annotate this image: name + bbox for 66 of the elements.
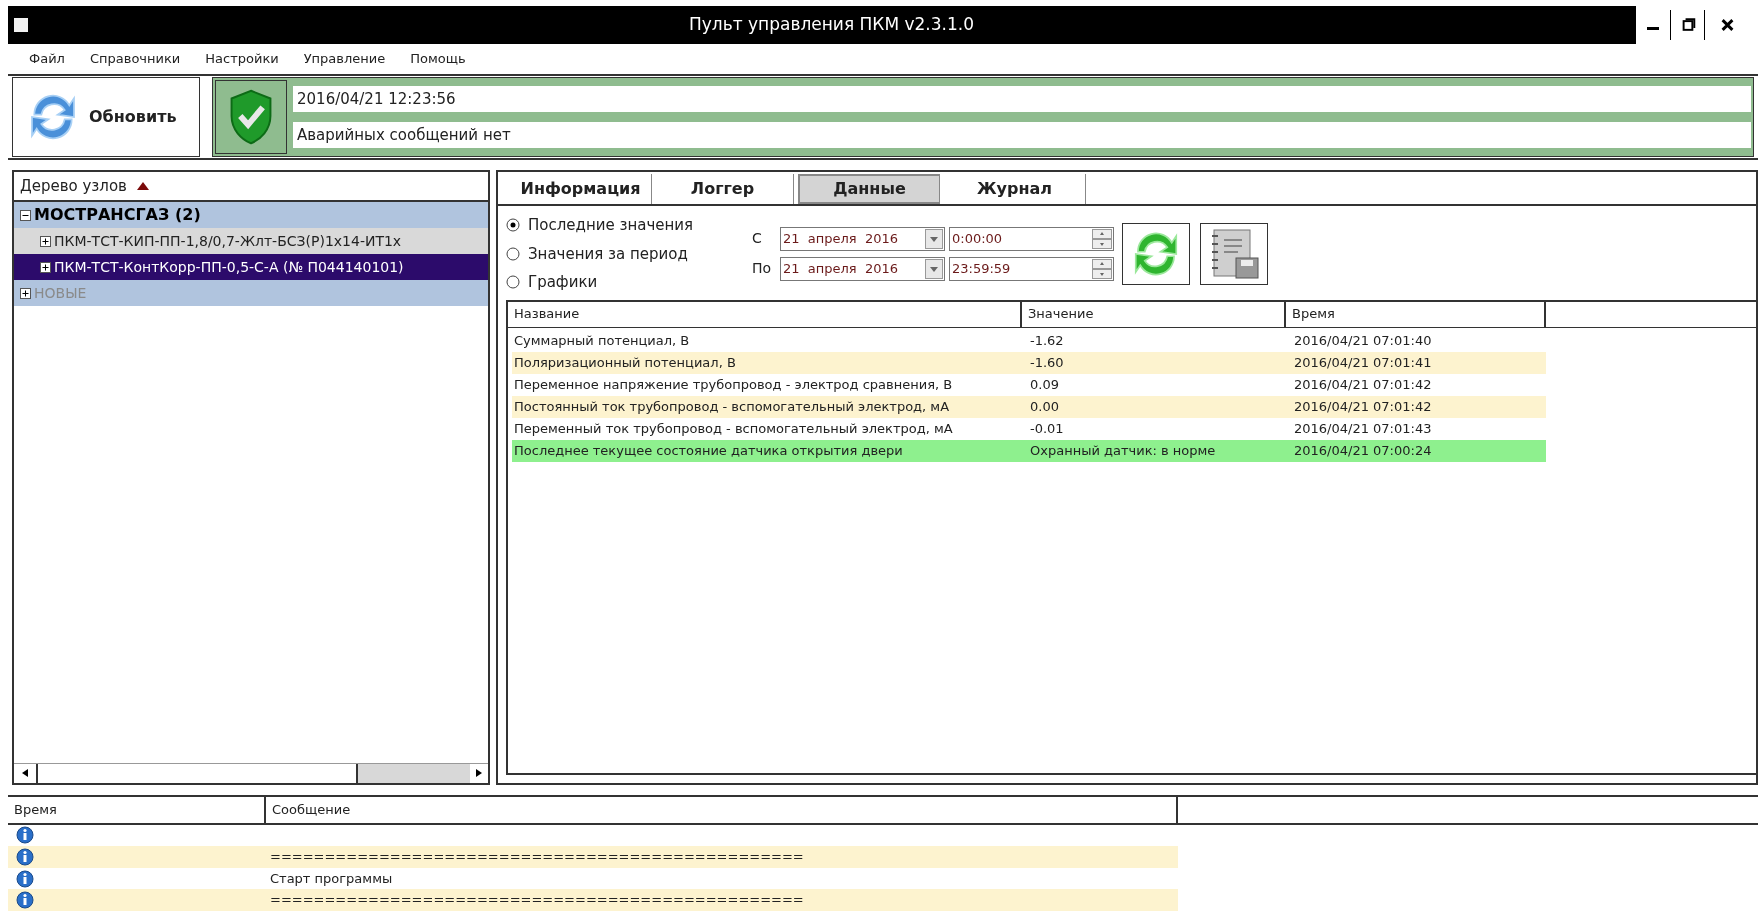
plus-icon[interactable] — [40, 261, 51, 273]
tab[interactable]: Данные — [798, 174, 940, 204]
minus-icon[interactable] — [20, 209, 31, 221]
menu-item[interactable]: Управление — [303, 49, 386, 69]
radio-label[interactable]: Графики — [528, 271, 598, 294]
menu-item[interactable]: Справочники — [89, 49, 181, 69]
table-cell-text: 2016/04/21 07:01:40 — [1293, 331, 1433, 350]
window-title: Пульт управления ПКМ v2.3.1.0 — [688, 13, 975, 37]
date-field[interactable]: 21 апреля 2016 — [780, 226, 945, 251]
spinner-icon[interactable] — [1092, 258, 1112, 279]
table-cell-text: Постоянный ток трубопровод - вспомогательный электрод, мА — [513, 397, 951, 416]
radio-button[interactable] — [506, 218, 520, 233]
table-cell-text: 2016/04/21 07:01:42 — [1293, 397, 1433, 416]
table-cell-text: -1.60 — [1029, 353, 1065, 372]
column-header[interactable]: Название — [508, 301, 1022, 327]
sort-arrow-icon — [136, 182, 149, 190]
shield-check-icon — [215, 80, 287, 154]
horizontal-scrollbar[interactable] — [14, 763, 488, 783]
table-cell-text: 2016/04/21 07:01:41 — [1293, 353, 1433, 372]
dropdown-caret-icon[interactable] — [925, 258, 943, 279]
log-message: ================================================= — [270, 848, 804, 867]
export-button[interactable] — [1200, 222, 1268, 285]
menu-item[interactable]: Настройки — [205, 49, 279, 69]
table-cell-text: Поляризационный потенциал, В — [513, 353, 737, 372]
column-header[interactable]: Сообщение — [266, 797, 1178, 823]
table-cell-text: 2016/04/21 07:01:43 — [1293, 419, 1433, 438]
menu-item[interactable]: Помощь — [410, 49, 466, 69]
table-cell-text: -0.01 — [1029, 419, 1065, 438]
radio-label[interactable]: Значения за период — [528, 242, 688, 265]
reload-button[interactable] — [1122, 222, 1190, 285]
column-header[interactable]: Значение — [1022, 301, 1286, 327]
table-cell-text: Переменный ток трубопровод - вспомогательный электрод, мА — [513, 419, 954, 438]
spinner-icon[interactable] — [1092, 228, 1112, 249]
log-message: Старт программы — [270, 869, 393, 888]
date-field[interactable]: 21 апреля 2016 — [780, 256, 945, 281]
from-label: С — [752, 229, 763, 249]
info-icon — [16, 847, 34, 866]
to-label: По — [752, 259, 773, 279]
table-cell-text: -1.62 — [1029, 331, 1065, 350]
table-cell-text: Суммарный потенциал, В — [513, 331, 691, 350]
radio-button[interactable] — [506, 246, 520, 261]
column-header[interactable]: Время — [8, 797, 266, 823]
table-cell-text: 2016/04/21 07:01:42 — [1293, 375, 1433, 394]
tab[interactable]: Журнал — [944, 174, 1086, 204]
refresh-button[interactable]: Обновить — [12, 77, 200, 157]
info-icon — [16, 891, 34, 910]
timestamp-text: 2016/04/21 12:23:56 — [293, 86, 1751, 112]
tab[interactable]: Информация — [510, 174, 652, 204]
table-cell-text: Последнее текущее состояние датчика открытия двери — [513, 441, 904, 460]
menu-item[interactable]: Файл — [29, 49, 65, 69]
log-message: ================================================= — [270, 891, 804, 910]
table-cell-text: 0.09 — [1029, 375, 1060, 394]
alarm-message: Аварийных сообщений нет — [293, 122, 1751, 148]
table-cell-text: Охранный датчик: в норме — [1029, 441, 1217, 460]
table-cell-text: 0.00 — [1029, 397, 1060, 416]
tab[interactable]: Логгер — [652, 174, 794, 204]
radio-button[interactable] — [506, 275, 520, 290]
time-field[interactable]: 0:00:00 — [949, 226, 1114, 251]
dropdown-caret-icon[interactable] — [925, 228, 943, 249]
table-cell-text: Переменное напряжение трубопровод - электрод сравнения, В — [513, 375, 954, 394]
column-header[interactable]: Время — [1286, 301, 1546, 327]
table-cell-text: 2016/04/21 07:00:24 — [1293, 441, 1433, 460]
time-field[interactable]: 23:59:59 — [949, 256, 1114, 281]
radio-label[interactable]: Последние значения — [528, 214, 694, 237]
plus-icon[interactable] — [40, 235, 51, 247]
window-icon — [14, 18, 28, 32]
